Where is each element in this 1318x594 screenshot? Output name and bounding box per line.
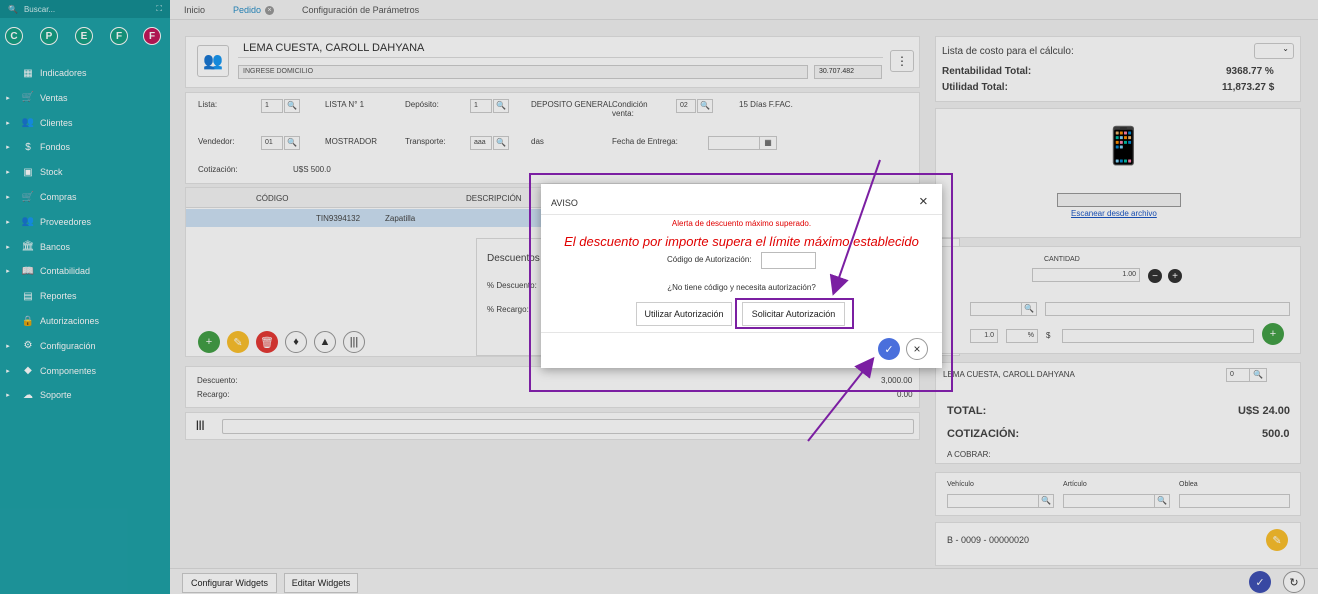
arrow-to-request-button: [829, 159, 881, 296]
annotation-arrows: [807, 159, 881, 442]
arrow-to-confirm-button: [807, 356, 875, 442]
